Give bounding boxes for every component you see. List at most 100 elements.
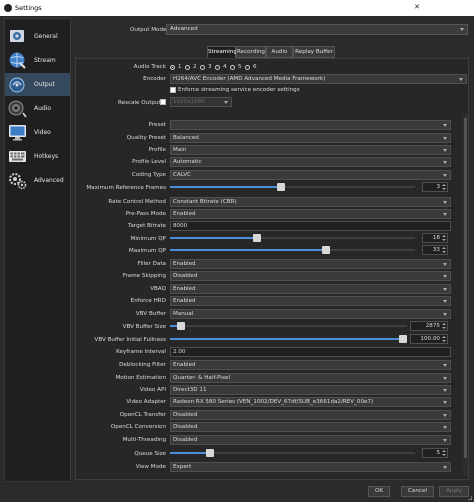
slider-handle[interactable] <box>206 449 214 457</box>
pre-pass-dropdown[interactable]: Enabled <box>170 209 451 219</box>
queue-size-slider[interactable] <box>170 448 415 458</box>
sidebar-item-audio[interactable]: Audio <box>5 97 70 120</box>
queue-size-spinbox[interactable]: 5 <box>422 448 448 458</box>
title-bar: Settings ✕ <box>0 0 474 16</box>
motion-estimation-dropdown[interactable]: Quarter- & Half-Pixel <box>170 373 451 383</box>
spin-up-icon[interactable] <box>442 247 446 249</box>
opencl-conversion-dropdown[interactable]: Disabled <box>170 422 451 432</box>
audio-track-option-label: 4 <box>223 64 227 70</box>
spin-down-icon[interactable] <box>442 239 446 241</box>
chevron-down-icon <box>224 101 228 104</box>
scrollbar-thumb[interactable] <box>464 118 467 458</box>
quality-preset-label: Quality Preset <box>126 135 166 141</box>
multithreading-value: Disabled <box>173 437 198 443</box>
vbaq-dropdown[interactable]: Enabled <box>170 284 451 294</box>
video-api-dropdown[interactable]: Direct3D 11 <box>170 385 451 395</box>
sidebar-item-stream[interactable]: Stream <box>5 49 70 72</box>
vbaq-label: VBAQ <box>150 286 166 292</box>
enforce-encoder-settings-checkbox[interactable] <box>170 87 176 93</box>
audio-track-radio-3[interactable] <box>200 65 205 70</box>
output-mode-dropdown[interactable]: Advanced <box>166 24 468 35</box>
max-ref-frames-label: Maximum Reference Frames <box>86 185 166 191</box>
sidebar-item-hotkeys[interactable]: Hotkeys <box>5 145 70 168</box>
audio-track-option-label: 3 <box>208 64 212 70</box>
audio-track-radio-5[interactable] <box>230 65 235 70</box>
encoder-dropdown[interactable]: H264/AVC Encoder (AMD Advanced Media Fra… <box>170 74 467 84</box>
audio-track-radio-6[interactable] <box>245 65 250 70</box>
tab-recording[interactable]: Recording <box>236 46 266 58</box>
video-adapter-dropdown[interactable]: Radeon RX 580 Series (VEN_1002/DEV_67df/… <box>170 397 451 407</box>
slider-handle[interactable] <box>399 335 407 343</box>
vbv-buffer-dropdown[interactable]: Manual <box>170 309 451 319</box>
audio-track-radio-2[interactable] <box>185 65 190 70</box>
spin-down-icon[interactable] <box>442 340 446 342</box>
min-qp-spinbox[interactable]: 18 <box>422 233 448 243</box>
filler-data-dropdown[interactable]: Enabled <box>170 259 451 269</box>
preset-dropdown[interactable] <box>170 120 451 130</box>
settings-scrollbar[interactable] <box>463 114 468 476</box>
multithreading-dropdown[interactable]: Disabled <box>170 435 451 445</box>
max-ref-frames-slider[interactable] <box>170 182 415 192</box>
frame-skipping-dropdown[interactable]: Disabled <box>170 271 451 281</box>
deblocking-filter-dropdown[interactable]: Enabled <box>170 360 451 370</box>
spin-up-icon[interactable] <box>442 450 446 452</box>
sidebar-item-advanced[interactable]: Advanced <box>5 169 70 192</box>
profile-dropdown[interactable]: Main <box>170 145 451 155</box>
spin-up-icon[interactable] <box>442 336 446 338</box>
opencl-transfer-dropdown[interactable]: Disabled <box>170 410 451 420</box>
spin-up-icon[interactable] <box>442 235 446 237</box>
audio-track-radio-1[interactable] <box>170 65 175 70</box>
cancel-button[interactable]: Cancel <box>401 486 434 497</box>
apply-button[interactable]: Apply <box>439 486 469 497</box>
tab-streaming[interactable]: Streaming <box>207 46 237 58</box>
sidebar-item-video[interactable]: Video <box>5 121 70 144</box>
slider-handle[interactable] <box>177 322 185 330</box>
view-mode-dropdown[interactable]: Expert <box>170 462 451 472</box>
coding-type-label: Coding Type <box>131 172 166 178</box>
min-qp-slider[interactable] <box>170 233 415 243</box>
spin-down-icon[interactable] <box>442 188 446 190</box>
sidebar-item-output[interactable]: Output <box>5 73 70 96</box>
spinbox-value: 33 <box>432 247 440 253</box>
chevron-down-icon <box>443 439 447 442</box>
slider-handle[interactable] <box>253 234 261 242</box>
target-bitrate-input[interactable]: 8000 <box>170 221 451 231</box>
spin-down-icon[interactable] <box>442 327 446 329</box>
rescale-output-checkbox[interactable] <box>160 99 166 105</box>
tab-audio[interactable]: Audio <box>266 46 293 58</box>
rate-control-dropdown[interactable]: Constant Bitrate (CBR) <box>170 197 451 207</box>
deblocking-filter-label: Deblocking Filter <box>119 362 166 368</box>
spin-up-icon[interactable] <box>442 184 446 186</box>
tab-replay-buffer[interactable]: Replay Buffer <box>293 46 335 58</box>
ok-button[interactable]: OK <box>368 486 390 497</box>
vbv-initial-fullness-spinbox[interactable]: 100.00 <box>410 334 448 344</box>
max-ref-frames-spinbox[interactable]: 3 <box>422 182 448 192</box>
slider-handle[interactable] <box>277 183 285 191</box>
spinbox-value: 5 <box>436 450 440 456</box>
obs-logo-icon <box>4 4 12 12</box>
max-qp-slider[interactable] <box>170 245 415 255</box>
quality-preset-dropdown[interactable]: Balanced <box>170 133 451 143</box>
vbv-initial-fullness-slider[interactable] <box>170 334 407 344</box>
coding-type-dropdown[interactable]: CALVC <box>170 170 451 180</box>
slider-handle[interactable] <box>322 246 330 254</box>
enforce-hrd-dropdown[interactable]: Enabled <box>170 296 451 306</box>
profile-level-dropdown[interactable]: Automatic <box>170 157 451 167</box>
sidebar-item-label: Video <box>34 129 51 136</box>
gears-icon <box>8 171 27 190</box>
rescale-resolution-dropdown[interactable]: 1920x1080 <box>170 97 232 107</box>
keyframe-interval-input[interactable]: 2.00 <box>170 347 451 357</box>
sidebar-item-general[interactable]: General <box>5 25 70 48</box>
vbv-buffer-size-spinbox[interactable]: 2875 <box>410 321 448 331</box>
chevron-down-icon <box>443 201 447 204</box>
spin-down-icon[interactable] <box>442 251 446 253</box>
resize-grip-icon[interactable] <box>468 496 472 500</box>
spin-down-icon[interactable] <box>442 454 446 456</box>
max-qp-spinbox[interactable]: 33 <box>422 245 448 255</box>
spin-up-icon[interactable] <box>442 323 446 325</box>
opencl-conversion-label: OpenCL Conversion <box>110 424 166 430</box>
audio-track-radio-4[interactable] <box>215 65 220 70</box>
vbv-buffer-size-slider[interactable] <box>170 321 407 331</box>
close-window-button[interactable]: ✕ <box>406 0 428 16</box>
rescale-output-label: Rescale Output <box>118 100 161 106</box>
